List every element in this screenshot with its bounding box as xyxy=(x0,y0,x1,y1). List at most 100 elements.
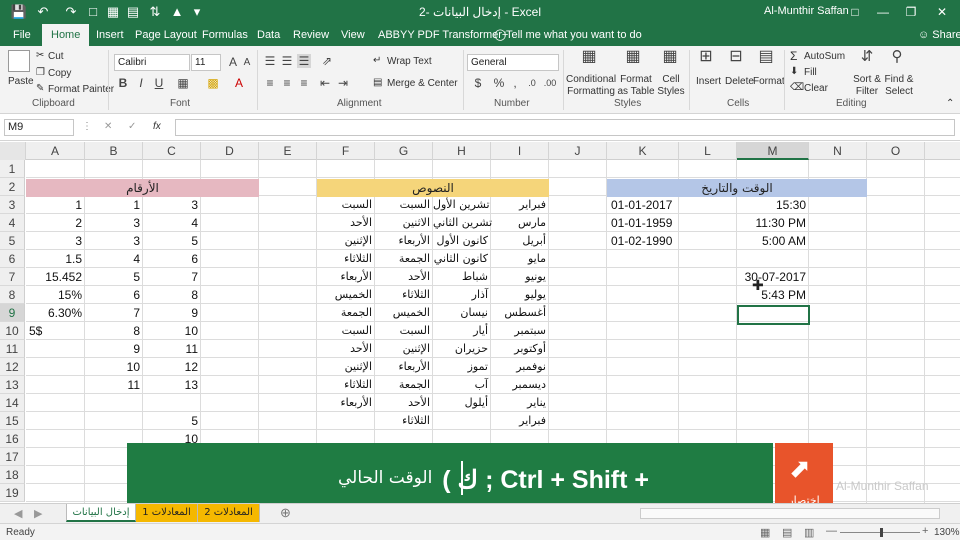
paste-button[interactable]: Paste xyxy=(8,76,34,88)
column-header-o[interactable]: O xyxy=(867,142,925,160)
merge-icon[interactable]: ▤ xyxy=(373,77,382,89)
tab-home[interactable]: Home xyxy=(42,24,90,46)
grow-font-icon[interactable]: A xyxy=(226,55,240,69)
selected-cell-m9[interactable] xyxy=(737,305,810,325)
copy-icon[interactable]: ❐ xyxy=(36,67,45,79)
bold-button[interactable]: B xyxy=(116,76,130,90)
align-bottom-icon[interactable]: ☰ xyxy=(297,54,311,68)
cell-c4[interactable]: 4 xyxy=(143,214,201,232)
cell-i6[interactable]: مايو xyxy=(491,250,549,268)
font-color-icon[interactable]: A xyxy=(232,76,246,90)
sort-filter-icon[interactable]: ⇵ xyxy=(858,49,876,64)
autosum-icon[interactable]: Σ xyxy=(790,50,797,62)
column-header-l[interactable]: L xyxy=(679,142,737,160)
orientation-icon[interactable]: ⇗ xyxy=(318,54,336,68)
cell-b6[interactable]: 4 xyxy=(85,250,143,268)
cell-g4[interactable]: الاثنين xyxy=(375,214,433,232)
row-header[interactable]: 17 xyxy=(0,448,25,466)
prev-sheet-icon[interactable]: ◀ xyxy=(14,507,22,520)
column-header-j[interactable]: J xyxy=(549,142,607,160)
cell-i3[interactable]: فبراير xyxy=(491,196,549,214)
decrease-indent-icon[interactable]: ⇤ xyxy=(318,76,332,90)
cell-b11[interactable]: 9 xyxy=(85,340,143,358)
tab-file[interactable]: File xyxy=(13,24,31,46)
number-format-select[interactable]: General xyxy=(467,54,559,71)
cell-i9[interactable]: أغسطس xyxy=(491,304,549,322)
row-header[interactable]: 5 xyxy=(0,232,25,250)
row-header[interactable]: 11 xyxy=(0,340,25,358)
row-header[interactable]: 3 xyxy=(0,196,25,214)
format-as-table-icon[interactable]: ▦ xyxy=(624,49,642,65)
row-header[interactable]: 10 xyxy=(0,322,25,340)
align-top-icon[interactable]: ☰ xyxy=(263,54,277,68)
column-header-e[interactable]: E xyxy=(259,142,317,160)
fill-icon[interactable]: ⬇ xyxy=(790,66,798,78)
cell-f5[interactable]: الإثنين xyxy=(317,232,375,250)
font-size-select[interactable]: 11 xyxy=(191,54,221,71)
cell-g8[interactable]: الثلاثاء xyxy=(375,286,433,304)
cell-h7[interactable]: شباط xyxy=(433,268,491,286)
align-middle-icon[interactable]: ☰ xyxy=(280,54,294,68)
cell-c5[interactable]: 5 xyxy=(143,232,201,250)
cell-h13[interactable]: آب xyxy=(433,376,491,394)
insert-cells-button[interactable]: Insert xyxy=(696,76,721,88)
cell-c7[interactable]: 7 xyxy=(143,268,201,286)
format-cells-icon[interactable]: ▤ xyxy=(757,49,775,65)
cell-m8[interactable]: 5:43 PM xyxy=(737,286,809,304)
cell-styles-icon[interactable]: ▦ xyxy=(661,49,679,65)
autosum-button[interactable]: AutoSum xyxy=(804,51,845,63)
row-header[interactable]: 15 xyxy=(0,412,25,430)
tab-data[interactable]: Data xyxy=(257,24,280,46)
tab-review[interactable]: Review xyxy=(293,24,329,46)
cell-h12[interactable]: تموز xyxy=(433,358,491,376)
cell-c9[interactable]: 9 xyxy=(143,304,201,322)
cell-c12[interactable]: 12 xyxy=(143,358,201,376)
insert-function-button[interactable]: fx xyxy=(153,121,161,133)
row-header[interactable]: 8 xyxy=(0,286,25,304)
decrease-decimal-icon[interactable]: .00 xyxy=(542,76,558,90)
cell-g3[interactable]: السبت xyxy=(375,196,433,214)
cell-i5[interactable]: أبريل xyxy=(491,232,549,250)
cell-b13[interactable]: 11 xyxy=(85,376,143,394)
accounting-format-icon[interactable]: $ xyxy=(470,76,486,90)
cell-k4[interactable]: 01-01-1959 xyxy=(607,214,679,232)
delete-cells-icon[interactable]: ⊟ xyxy=(727,49,745,65)
clear-button[interactable]: Clear xyxy=(804,83,828,95)
cell-i8[interactable]: يوليو xyxy=(491,286,549,304)
cell-f12[interactable]: الإثنين xyxy=(317,358,375,376)
close-icon[interactable]: ✕ xyxy=(932,3,952,21)
clear-icon[interactable]: ⌫ xyxy=(790,82,804,94)
row-header[interactable]: 6 xyxy=(0,250,25,268)
cell-f3[interactable]: السبت xyxy=(317,196,375,214)
cell-c6[interactable]: 6 xyxy=(143,250,201,268)
wrap-text-icon[interactable]: ↵ xyxy=(373,55,381,67)
cell-h11[interactable]: حزيران xyxy=(433,340,491,358)
share-button[interactable]: ☺ Share xyxy=(918,24,960,46)
cell-g9[interactable]: الخميس xyxy=(375,304,433,322)
zoom-level[interactable]: 130% xyxy=(934,527,960,538)
cell-a7[interactable]: 15.452 xyxy=(26,268,85,286)
row-header[interactable]: 14 xyxy=(0,394,25,412)
italic-button[interactable]: I xyxy=(134,76,148,90)
cell-g10[interactable]: السبت xyxy=(375,322,433,340)
cell-c8[interactable]: 8 xyxy=(143,286,201,304)
cell-a9[interactable]: 6.30% xyxy=(26,304,85,322)
cell-i13[interactable]: ديسمبر xyxy=(491,376,549,394)
cell-i11[interactable]: أوكتوبر xyxy=(491,340,549,358)
row-header[interactable]: 16 xyxy=(0,430,25,448)
cell-b8[interactable]: 6 xyxy=(85,286,143,304)
cell-h5[interactable]: كانون الأول xyxy=(433,232,491,250)
confirm-entry-icon[interactable]: ✓ xyxy=(128,121,136,133)
cell-h9[interactable]: نيسان xyxy=(433,304,491,322)
find-select-icon[interactable]: ⚲ xyxy=(888,49,906,64)
column-header-a[interactable]: A xyxy=(26,142,85,160)
cell-b12[interactable]: 10 xyxy=(85,358,143,376)
cancel-entry-icon[interactable]: ✕ xyxy=(104,121,112,133)
cut-icon[interactable]: ✂ xyxy=(36,50,44,62)
format-cells-button[interactable]: Format xyxy=(753,76,785,88)
format-painter-icon[interactable]: ✎ xyxy=(36,83,44,95)
cell-i15[interactable]: فبراير xyxy=(491,412,549,430)
fill-button[interactable]: Fill xyxy=(804,67,817,79)
format-painter-button[interactable]: Format Painter xyxy=(48,84,114,96)
zoom-out-button[interactable]: — xyxy=(826,525,837,537)
